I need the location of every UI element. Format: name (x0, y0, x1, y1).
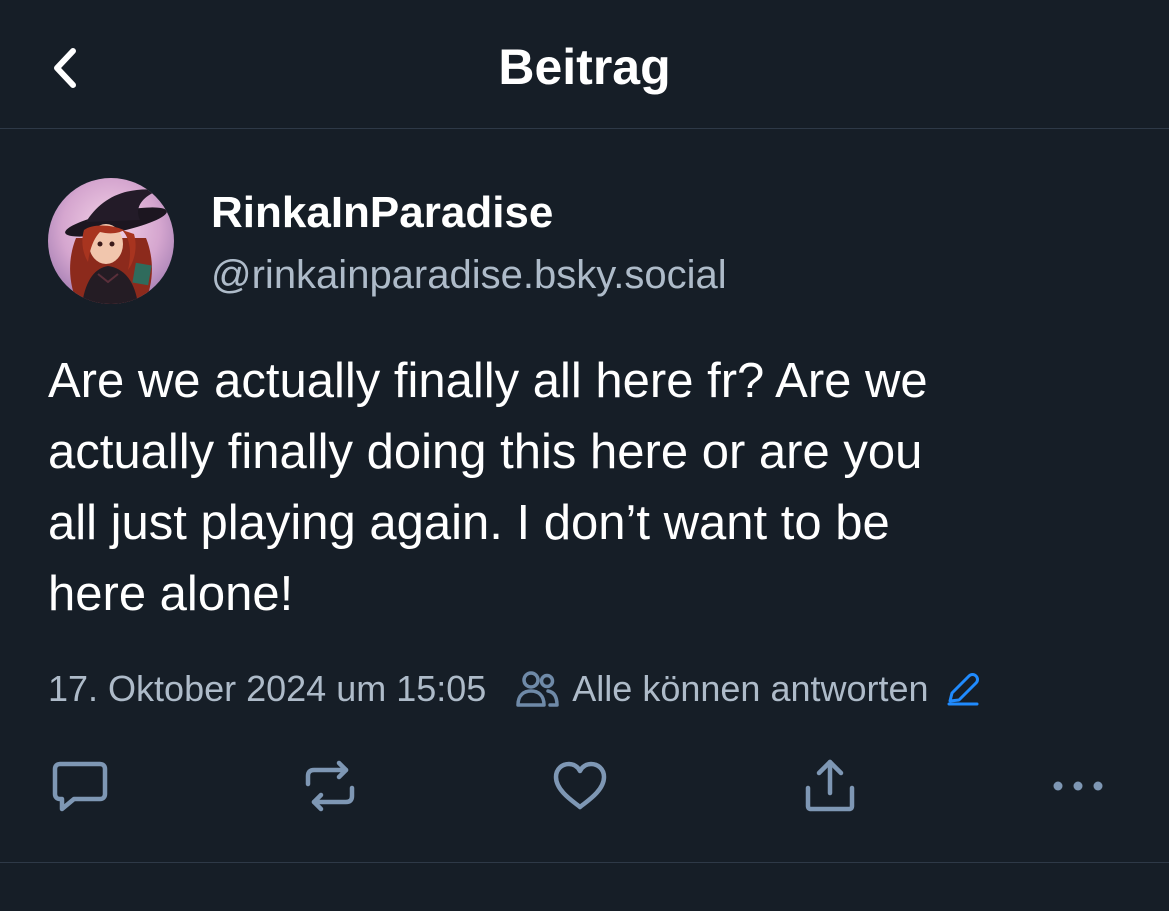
post-text-line: Are we actually finally all here fr? Are… (48, 354, 928, 408)
post-text-line: all just playing again. I don’t want to … (48, 496, 890, 550)
comment-icon (52, 761, 108, 812)
avatar[interactable] (48, 178, 174, 304)
pencil-icon[interactable] (943, 670, 981, 708)
header-bar: Beitrag (0, 0, 1169, 129)
post-text-line: here alone! (48, 567, 294, 621)
post-text: Are we actually finally all here fr? Are… (48, 346, 1128, 630)
share-button[interactable] (800, 756, 860, 816)
divider (0, 862, 1169, 863)
people-icon (514, 669, 560, 709)
witch-avatar-image (48, 178, 174, 304)
page-title: Beitrag (498, 39, 671, 95)
more-button[interactable] (1048, 756, 1108, 816)
share-icon (805, 759, 855, 812)
more-icon (1053, 781, 1103, 791)
post-timestamp: 17. Oktober 2024 um 15:05 (48, 668, 487, 709)
heart-icon (553, 761, 607, 810)
author-display-name[interactable]: RinkaInParadise (211, 186, 553, 240)
like-button[interactable] (550, 756, 610, 816)
repost-button[interactable] (300, 756, 360, 816)
post-text-line: actually finally doing this here or are … (48, 425, 923, 479)
repost-icon (305, 760, 355, 812)
post-meta: 17. Oktober 2024 um 15:05 Alle können an… (48, 664, 981, 714)
author-handle[interactable]: @rinkainparadise.bsky.social (211, 250, 727, 300)
reply-setting-label[interactable]: Alle können antworten (572, 668, 928, 710)
reply-button[interactable] (50, 756, 110, 816)
